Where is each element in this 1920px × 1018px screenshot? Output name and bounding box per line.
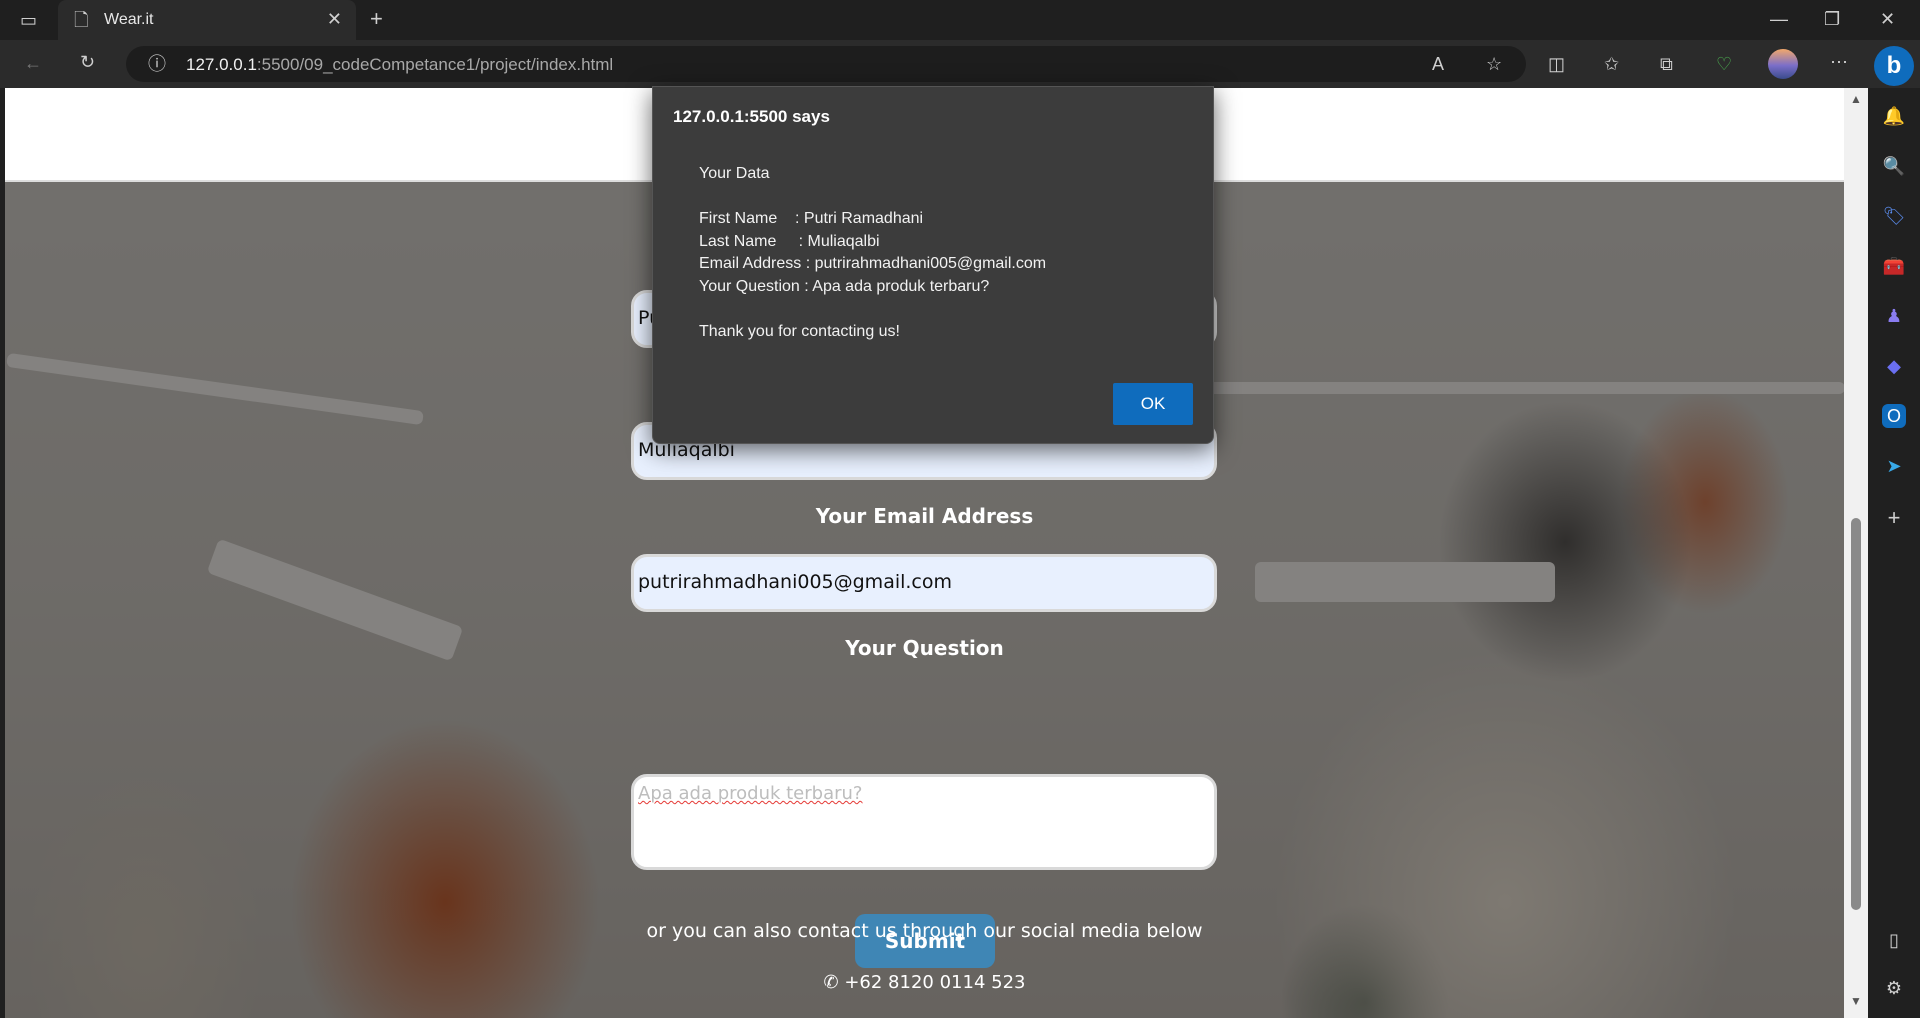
more-menu-icon[interactable]: ⋯ (1830, 53, 1848, 71)
dialog-email: Email Address : putrirahmadhani005@gmail… (699, 255, 1047, 272)
dialog-last-name: Last Name : Muliaqalbi (699, 233, 880, 250)
dialog-title: 127.0.0.1:5500 says (673, 107, 830, 126)
whatsapp-icon: ✆ (823, 972, 845, 993)
close-tab-icon[interactable]: ✕ (327, 9, 342, 30)
minimize-icon[interactable]: — (1770, 10, 1788, 28)
favorites-icon[interactable]: ✩ (1604, 55, 1619, 73)
profile-avatar[interactable] (1768, 49, 1798, 79)
browser-tab[interactable]: 🗋 Wear.it ✕ (58, 0, 356, 40)
address-bar[interactable]: ⓘ 127.0.0.1:5500/09_codeCompetance1/proj… (126, 46, 1526, 82)
phone-number: +62 8120 0114 523 (844, 972, 1026, 993)
health-icon[interactable]: ♡ (1716, 55, 1732, 73)
restore-icon[interactable]: ❐ (1824, 10, 1840, 28)
email-label: Your Email Address (815, 504, 1034, 528)
shopping-tag-icon[interactable]: 🏷 (1882, 204, 1906, 228)
tab-actions-icon[interactable]: ▭ (20, 11, 37, 29)
question-textarea[interactable]: Apa ada produk terbaru? (631, 774, 1217, 870)
question-placeholder: Apa ada produk terbaru? (638, 783, 863, 804)
collections-icon[interactable]: ⧉ (1660, 55, 1673, 73)
outlook-icon[interactable]: O (1882, 404, 1906, 428)
dialog-question: Your Question : Apa ada produk terbaru? (699, 278, 990, 295)
scroll-down-icon[interactable]: ▼ (1850, 994, 1862, 1008)
favorite-star-icon[interactable]: ☆ (1486, 55, 1502, 73)
settings-gear-icon[interactable]: ⚙ (1882, 976, 1906, 1000)
page-scrollbar[interactable]: ▲ ▼ (1844, 88, 1868, 1018)
back-icon[interactable]: ← (24, 54, 42, 72)
tab-bar: ▭ 🗋 Wear.it ✕ + — ❐ ✕ (0, 0, 1920, 40)
copilot-app-icon[interactable]: ◆ (1882, 354, 1906, 378)
read-aloud-icon[interactable]: A (1432, 55, 1444, 73)
hide-sidebar-icon[interactable]: ▯ (1882, 928, 1906, 952)
dialog-heading: Your Data (699, 165, 770, 182)
split-screen-icon[interactable]: ◫ (1548, 55, 1565, 73)
url-text: 127.0.0.1:5500/09_codeCompetance1/projec… (186, 55, 614, 74)
games-icon[interactable]: ♟ (1882, 304, 1906, 328)
email-input[interactable]: putrirahmadhani005@gmail.com (631, 554, 1217, 612)
new-tab-icon[interactable]: + (370, 8, 383, 30)
close-window-icon[interactable]: ✕ (1880, 10, 1895, 28)
send-icon[interactable]: ➤ (1882, 454, 1906, 478)
edge-sidebar: 🔔 🔍 🏷 🧰 ♟ ◆ O ➤ + ▯ ⚙ (1868, 88, 1920, 1018)
scroll-thumb[interactable] (1851, 518, 1861, 910)
tools-icon[interactable]: 🧰 (1882, 254, 1906, 278)
ok-button[interactable]: OK (1113, 383, 1193, 425)
page-icon: 🗋 (74, 10, 89, 30)
social-media-text: or you can also contact us through our s… (646, 920, 1203, 942)
scroll-up-icon[interactable]: ▲ (1850, 92, 1862, 106)
notification-bell-icon[interactable]: 🔔 (1882, 104, 1906, 128)
add-sidebar-app-icon[interactable]: + (1882, 506, 1906, 530)
dialog-thanks: Thank you for contacting us! (699, 323, 900, 340)
browser-toolbar: ← ↻ ⓘ 127.0.0.1:5500/09_codeCompetance1/… (0, 40, 1920, 88)
copilot-icon[interactable]: b (1874, 46, 1914, 86)
question-label: Your Question (845, 636, 1004, 660)
refresh-icon[interactable]: ↻ (80, 53, 95, 71)
whatsapp-contact[interactable]: ✆ +62 8120 0114 523 (5, 972, 1844, 993)
alert-dialog: 127.0.0.1:5500 says Your Data First Name… (652, 86, 1214, 444)
site-info-icon[interactable]: ⓘ (148, 55, 166, 73)
tab-title: Wear.it (104, 11, 154, 28)
dialog-first-name: First Name : Putri Ramadhani (699, 210, 924, 227)
search-icon[interactable]: 🔍 (1882, 154, 1906, 178)
